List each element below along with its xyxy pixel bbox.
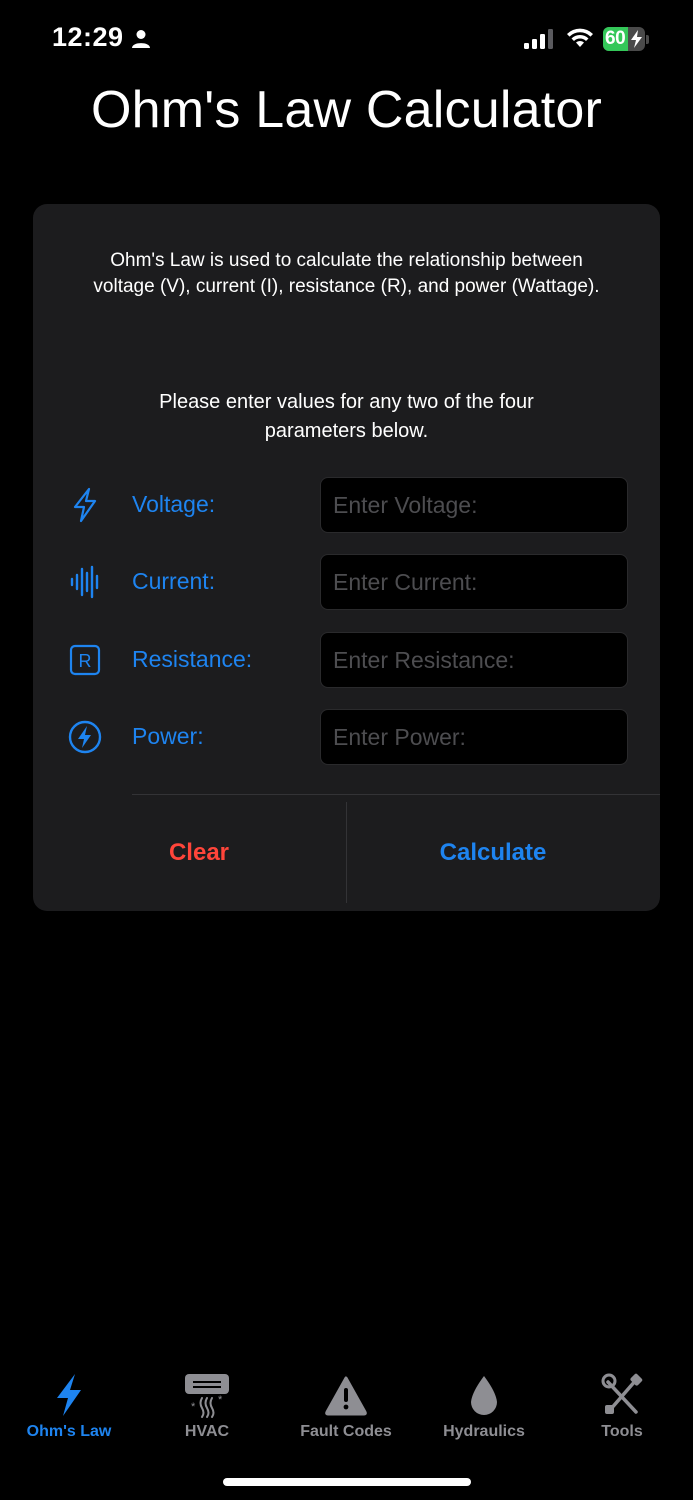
battery-level: 60 [605,28,626,49]
resistance-label: Resistance: [132,646,253,672]
r-square-icon: R [69,644,101,676]
waveform-icon [70,565,99,599]
resistance-input[interactable] [320,632,628,688]
status-bar: 12:29 60 [0,0,693,80]
calculate-button[interactable]: Calculate [393,802,593,903]
screen: 12:29 60 Ohm's Law Calculator Ohm's Law … [0,0,693,1500]
bolt-circle-icon [68,720,102,754]
clear-button[interactable]: Clear [99,802,299,903]
air-conditioner-icon: * * [185,1374,229,1418]
power-label: Power: [132,723,204,749]
voltage-input[interactable] [320,477,628,533]
bolt-icon [73,487,97,523]
home-indicator [223,1478,471,1486]
drop-icon [471,1376,497,1415]
battery-charging-icon: 60 [603,27,649,51]
signal-icon [524,29,553,49]
button-separator [346,802,347,903]
wifi-icon [567,28,593,47]
current-row: Current: [33,554,660,610]
power-row: Power: [33,709,660,765]
calculator-card: Ohm's Law is used to calculate the relat… [33,204,660,911]
tab-ohms-law[interactable]: Ohm's Law [0,1360,138,1450]
svg-text:*: * [191,1401,196,1413]
button-divider [132,794,660,795]
person-icon [132,30,150,48]
tab-tools[interactable]: Tools [553,1360,691,1450]
current-label: Current: [132,568,216,594]
tab-bar: Ohm's Law * * HVAC Fault Codes Hydraulic… [0,1360,693,1460]
wrench-screwdriver-icon [601,1373,643,1414]
warning-triangle-icon [325,1376,367,1416]
tab-label: Hydraulics [443,1423,525,1440]
tab-label: HVAC [184,1423,230,1440]
tab-label: Ohm's Law [26,1423,112,1440]
battery-cap [646,35,649,44]
instructions-text: Please enter values for any two of the f… [159,391,534,442]
voltage-label: Voltage: [132,491,216,517]
page-title: Ohm's Law Calculator [91,81,602,139]
svg-text:R: R [79,651,92,671]
intro-text: Ohm's Law is used to calculate the relat… [93,250,600,297]
tab-label: Fault Codes [300,1423,392,1440]
tab-label: Tools [601,1423,643,1440]
current-input[interactable] [320,554,628,610]
bolt-icon [57,1374,81,1416]
power-input[interactable] [320,709,628,765]
tab-hvac[interactable]: * * HVAC [138,1360,276,1450]
battery-body: 60 [603,27,645,51]
status-time: 12:29 [52,22,124,52]
resistance-row: R Resistance: [33,632,660,688]
charging-bolt-icon [631,30,642,48]
tab-hydraulics[interactable]: Hydraulics [415,1360,553,1450]
voltage-row: Voltage: [33,477,660,533]
svg-text:*: * [218,1394,223,1406]
tab-fault-codes[interactable]: Fault Codes [277,1360,415,1450]
